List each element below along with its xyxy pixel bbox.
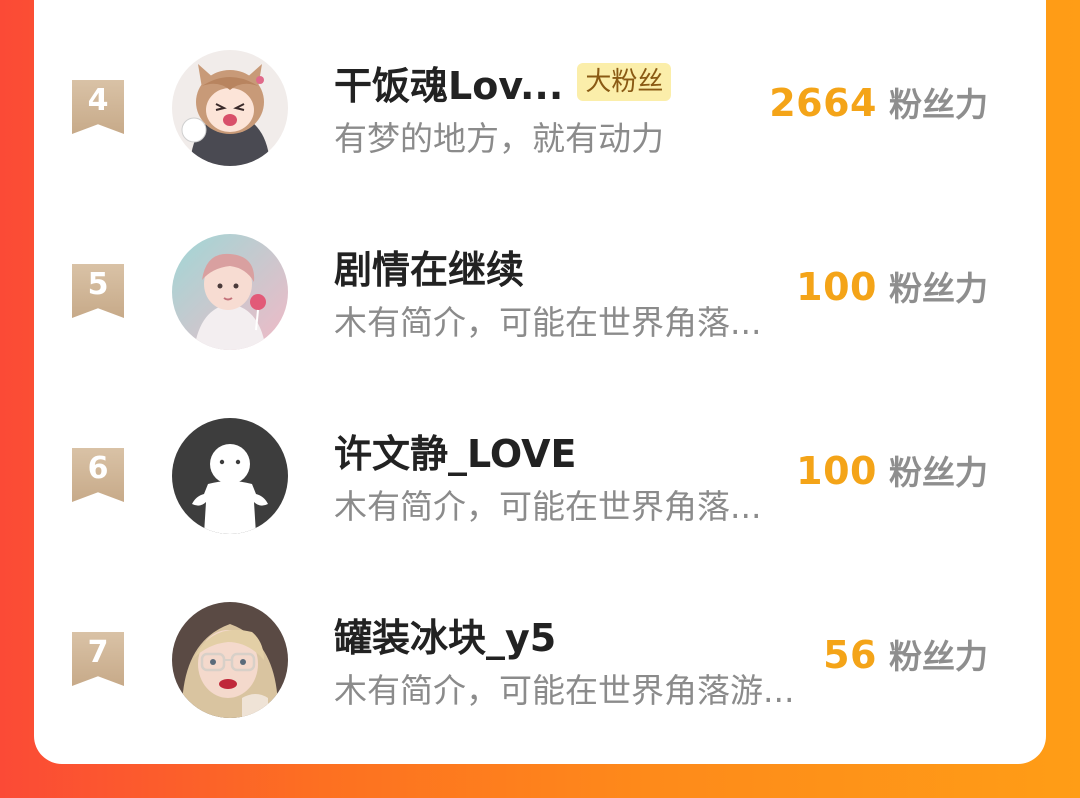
rank-badge: 5	[72, 264, 124, 318]
list-item[interactable]: 7 罐装冰块_y5 木有简介，可能在世界角落游... 56 粉丝力	[34, 574, 1046, 734]
user-bio: 木有简介，可能在世界角落...	[334, 487, 762, 526]
user-bio: 有梦的地方，就有动力	[334, 119, 664, 158]
list-item[interactable]: 5 剧情在继续 木有简介，可能在世界角落... 100 粉丝力	[34, 206, 1046, 366]
fan-level-badge: 大粉丝	[577, 63, 672, 101]
avatar[interactable]	[172, 602, 288, 718]
user-name[interactable]: 剧情在继续	[334, 239, 524, 294]
fan-power-value: 2664	[769, 81, 877, 125]
user-name[interactable]: 许文静_LOVE	[334, 423, 577, 478]
list-item[interactable]: 6 许文静_LOVE 木有简介，可能在世界角落... 100 粉丝力	[34, 390, 1046, 550]
list-item[interactable]: 4 干饭魂Lov... 大粉丝 有梦的地方，就有动力 2664 粉丝力	[34, 22, 1046, 182]
fan-power-value: 100	[796, 265, 877, 309]
fan-power: 56 粉丝力	[823, 630, 988, 690]
fan-power-unit: 粉丝力	[889, 85, 988, 124]
rank-badge: 6	[72, 448, 124, 502]
rank-badge: 7	[72, 632, 124, 686]
avatar[interactable]	[172, 418, 288, 534]
fan-power: 100 粉丝力	[796, 446, 988, 506]
fan-ranking-card: 4 干饭魂Lov... 大粉丝 有梦的地方，就有动力 2664 粉丝力 5 剧情…	[34, 0, 1046, 764]
user-name[interactable]: 罐装冰块_y5	[334, 607, 556, 662]
fan-power-value: 100	[796, 449, 877, 493]
fan-power: 2664 粉丝力	[769, 78, 988, 138]
user-name[interactable]: 干饭魂Lov...	[334, 55, 563, 110]
user-bio: 木有简介，可能在世界角落...	[334, 303, 762, 342]
fan-power-unit: 粉丝力	[889, 637, 988, 676]
fan-power: 100 粉丝力	[796, 262, 988, 322]
fan-power-unit: 粉丝力	[889, 269, 988, 308]
fan-power-value: 56	[823, 633, 877, 677]
avatar[interactable]	[172, 234, 288, 350]
fan-power-unit: 粉丝力	[889, 453, 988, 492]
avatar[interactable]	[172, 50, 288, 166]
user-bio: 木有简介，可能在世界角落游...	[334, 671, 795, 710]
rank-badge: 4	[72, 80, 124, 134]
